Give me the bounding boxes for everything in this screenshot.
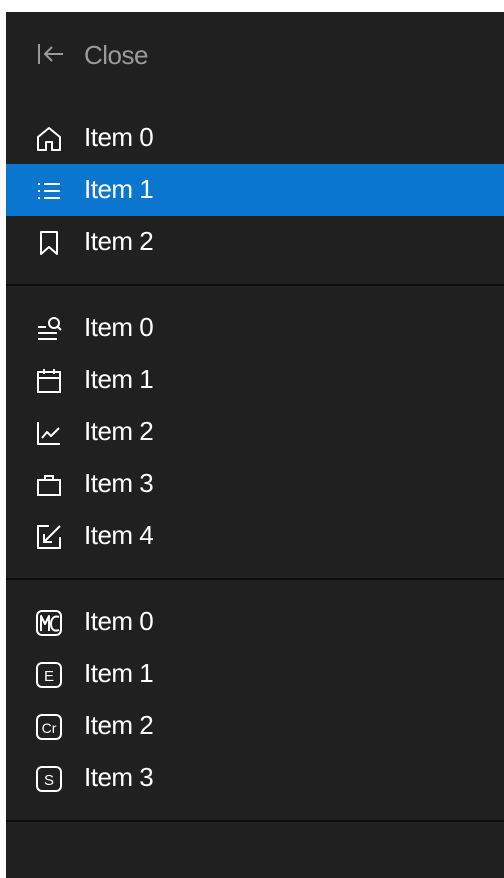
nav-group-3: Item 0 E Item 1 Cr Item 2 S Item 3 — [6, 596, 504, 804]
nav-item[interactable]: Item 4 — [6, 510, 504, 562]
nav-item[interactable]: Cr Item 2 — [6, 700, 504, 752]
letter-s-text: S — [44, 772, 54, 789]
nav-item-label: Item 0 — [84, 122, 154, 152]
screen: Close Item 0 Item 1 Item 2 Item 0 Item 1… — [0, 0, 504, 878]
letter-cr-icon: Cr — [35, 713, 63, 741]
briefcase-icon — [35, 471, 63, 499]
arrow-in-box-icon — [35, 523, 63, 551]
divider — [6, 820, 504, 822]
nav-item[interactable]: Item 0 — [6, 112, 504, 164]
nav-item-label: Item 2 — [84, 416, 154, 446]
bookmark-icon — [35, 229, 63, 257]
list-icon — [35, 177, 63, 205]
collapse-left-icon — [37, 42, 65, 66]
letter-cr-text: Cr — [42, 720, 57, 736]
nav-item-label: Item 1 — [84, 364, 154, 394]
letter-e-icon: E — [35, 661, 63, 689]
letter-e-text: E — [44, 668, 54, 685]
nav-item-label: Item 4 — [84, 520, 154, 550]
home-icon — [35, 125, 63, 153]
nav-item[interactable]: S Item 3 — [6, 752, 504, 804]
nav-item-label: Item 0 — [84, 606, 154, 636]
nav-group-2: Item 0 Item 1 Item 2 Item 3 Item 4 — [6, 302, 504, 562]
nav-item[interactable]: E Item 1 — [6, 648, 504, 700]
nav-item-selected[interactable]: Item 1 — [6, 164, 504, 216]
divider — [6, 578, 504, 580]
nav-item-label: Item 3 — [84, 762, 154, 792]
close-button[interactable]: Close — [6, 32, 504, 76]
nav-item-label: Item 1 — [84, 658, 154, 688]
nav-item-label: Item 2 — [84, 226, 154, 256]
nav-item-label: Item 2 — [84, 710, 154, 740]
nav-item-label: Item 1 — [84, 174, 154, 204]
nav-item[interactable]: Item 1 — [6, 354, 504, 406]
nav-item[interactable]: Item 2 — [6, 216, 504, 268]
mc-logo-icon — [35, 609, 63, 637]
nav-item[interactable]: Item 0 — [6, 596, 504, 648]
search-list-icon — [35, 315, 63, 343]
nav-item[interactable]: Item 3 — [6, 458, 504, 510]
letter-s-icon: S — [35, 765, 63, 793]
line-chart-icon — [35, 419, 63, 447]
nav-group-1: Item 0 Item 1 Item 2 — [6, 112, 504, 268]
nav-item[interactable]: Item 2 — [6, 406, 504, 458]
close-label: Close — [84, 40, 148, 70]
divider — [6, 284, 504, 286]
nav-item-label: Item 3 — [84, 468, 154, 498]
nav-item[interactable]: Item 0 — [6, 302, 504, 354]
calendar-icon — [35, 367, 63, 395]
navigation-pane: Close Item 0 Item 1 Item 2 Item 0 Item 1… — [6, 12, 504, 878]
nav-item-label: Item 0 — [84, 312, 154, 342]
